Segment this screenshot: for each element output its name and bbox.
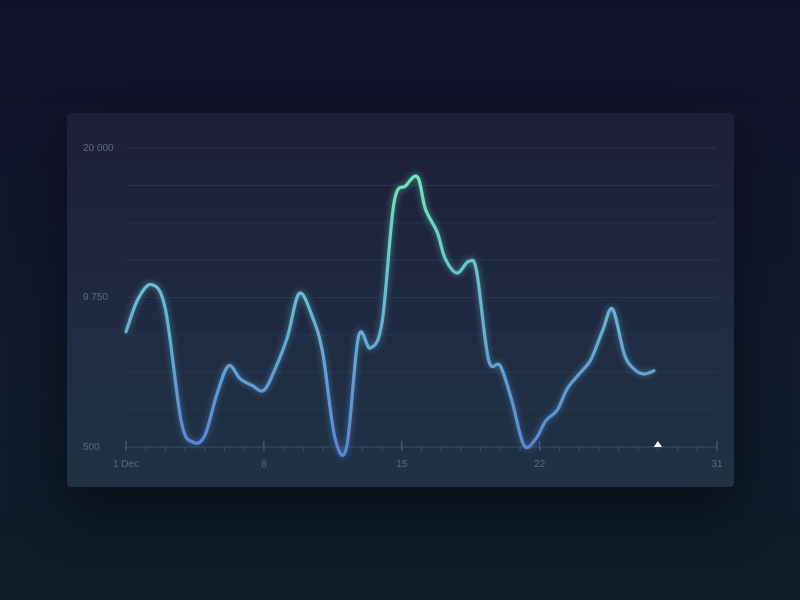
data-point <box>203 434 206 437</box>
data-point <box>298 292 301 295</box>
y-tick-label: 9 750 <box>83 292 108 303</box>
data-point <box>251 384 254 387</box>
data-point <box>475 270 478 273</box>
chart-card: 500 9 750 20 000 1 Dec 8 15 22 31 <box>67 113 734 487</box>
data-point <box>239 377 242 380</box>
y-tick-label: 500 <box>83 442 100 453</box>
data-point <box>556 408 559 411</box>
line-chart: 500 9 750 20 000 1 Dec 8 15 22 31 <box>83 143 723 470</box>
data-point <box>487 358 490 361</box>
x-tick-label: 22 <box>534 459 546 470</box>
data-point <box>227 364 230 367</box>
data-point <box>150 283 153 286</box>
data-point <box>357 335 360 338</box>
data-point <box>381 321 384 324</box>
data-point <box>180 420 183 423</box>
data-point <box>611 308 614 311</box>
data-point <box>404 184 407 187</box>
data-point <box>578 373 581 376</box>
data-point <box>322 353 325 356</box>
data-point <box>424 208 427 211</box>
x-tick-label: 8 <box>261 459 267 470</box>
data-point <box>333 436 336 439</box>
y-tick-label: 20 000 <box>83 143 114 154</box>
data-point <box>544 420 547 423</box>
data-point <box>534 437 537 440</box>
data-point <box>522 444 525 447</box>
data-point <box>416 176 419 179</box>
x-tick-label: 15 <box>396 459 408 470</box>
data-point <box>652 369 655 372</box>
data-point <box>601 329 604 332</box>
data-point <box>467 260 470 263</box>
x-tick-label: 31 <box>711 459 723 470</box>
x-tick-label: 1 Dec <box>113 459 139 470</box>
data-point <box>215 394 218 397</box>
data-point <box>136 298 139 301</box>
data-point <box>312 317 315 320</box>
data-point <box>633 368 636 371</box>
data-point <box>262 389 265 392</box>
data-point <box>566 387 569 390</box>
data-point <box>589 358 592 361</box>
data-point <box>345 446 348 449</box>
data-point <box>369 347 372 350</box>
data-point <box>499 364 502 367</box>
data-point <box>436 231 439 234</box>
data-point <box>286 335 289 338</box>
data-point <box>125 330 128 333</box>
data-point <box>511 400 514 403</box>
data-point <box>455 272 458 275</box>
data-point <box>274 366 277 369</box>
data-point <box>444 257 447 260</box>
data-point <box>392 202 395 205</box>
series-line-glow <box>123 173 656 459</box>
current-day-marker-icon <box>653 441 662 447</box>
data-point <box>623 353 626 356</box>
data-point <box>164 308 167 311</box>
data-point <box>643 373 646 376</box>
data-point <box>191 441 194 444</box>
